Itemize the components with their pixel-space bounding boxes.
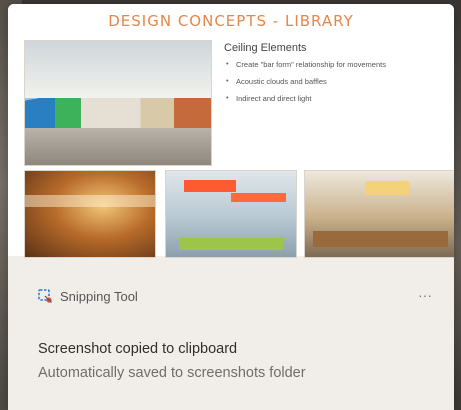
snipping-tool-icon (38, 289, 53, 304)
photo-ceiling-shape (25, 41, 211, 99)
more-icon[interactable]: ··· (412, 284, 438, 306)
notification-toast[interactable]: DESIGN CONCEPTS - LIBRARY Ceiling Elemen… (8, 4, 454, 410)
preview-photo-main (24, 40, 212, 166)
preview-bullet-heading: Ceiling Elements (224, 42, 307, 54)
photo-floor-shape (25, 127, 211, 165)
photo-green-element (179, 238, 283, 251)
notification-app-row: Snipping Tool ··· (38, 287, 438, 308)
photo-lamp-shape (365, 181, 410, 196)
notification-title: Screenshot copied to clipboard (38, 341, 238, 357)
photo-red-panel (184, 179, 237, 192)
photo-light-band (25, 195, 155, 208)
preview-bullet-item: Indirect and direct light (224, 93, 444, 103)
preview-photo-3 (304, 170, 454, 258)
preview-bullet-item: Create "bar form" relationship for movem… (224, 59, 444, 69)
photo-shelf-shape (312, 231, 448, 247)
preview-photo-1 (24, 170, 156, 258)
photo-red-panel (231, 193, 286, 202)
preview-bullet-item: Acoustic clouds and baffles (224, 76, 444, 86)
notification-app-name: Snipping Tool (60, 289, 138, 304)
preview-photo-2 (165, 170, 297, 258)
preview-slide-title: DESIGN CONCEPTS - LIBRARY (108, 12, 354, 30)
screenshot-preview[interactable]: DESIGN CONCEPTS - LIBRARY Ceiling Elemen… (8, 4, 454, 258)
notification-body: Automatically saved to screenshots folde… (38, 365, 306, 381)
preview-bullet-list: Ceiling Elements Create "bar form" relat… (224, 42, 444, 111)
